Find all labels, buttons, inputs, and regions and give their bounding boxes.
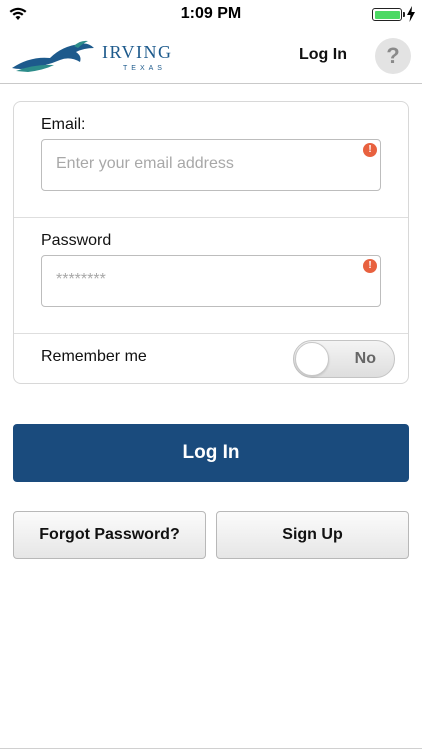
email-section: Email: Enter your email address !: [14, 102, 408, 218]
battery-icon: [372, 8, 405, 21]
toggle-knob: [295, 342, 329, 376]
charging-icon: [407, 6, 415, 22]
password-section: Password ******** !: [14, 218, 408, 334]
horse-logo-icon: [12, 40, 94, 72]
toggle-state: No: [354, 350, 376, 367]
password-label: Password: [41, 232, 112, 249]
bottom-divider: [0, 748, 422, 749]
error-icon: !: [363, 259, 377, 273]
login-form: Email: Enter your email address ! Passwo…: [13, 101, 409, 384]
error-icon: !: [363, 143, 377, 157]
irving-logo: IRVING TEXAS: [10, 38, 180, 74]
login-button[interactable]: Log In: [13, 424, 409, 482]
status-bar: 1:09 PM: [0, 0, 422, 28]
remember-section: Remember me No: [14, 334, 408, 384]
page-title: Log In: [299, 46, 347, 63]
password-placeholder: ********: [56, 271, 106, 288]
forgot-password-button[interactable]: Forgot Password?: [13, 511, 206, 559]
remember-me-label: Remember me: [41, 348, 147, 365]
email-placeholder: Enter your email address: [56, 155, 234, 172]
logo-wordmark: IRVING: [102, 42, 173, 62]
email-label: Email:: [41, 116, 86, 133]
status-time: 1:09 PM: [180, 5, 242, 22]
password-field[interactable]: ******** !: [41, 255, 381, 307]
remember-me-toggle[interactable]: No: [293, 340, 395, 378]
help-button[interactable]: ?: [375, 38, 411, 74]
sign-up-button[interactable]: Sign Up: [216, 511, 409, 559]
email-field[interactable]: Enter your email address !: [41, 139, 381, 191]
nav-bar: IRVING TEXAS Log In ?: [0, 28, 422, 84]
logo-subtitle: TEXAS: [123, 65, 166, 72]
